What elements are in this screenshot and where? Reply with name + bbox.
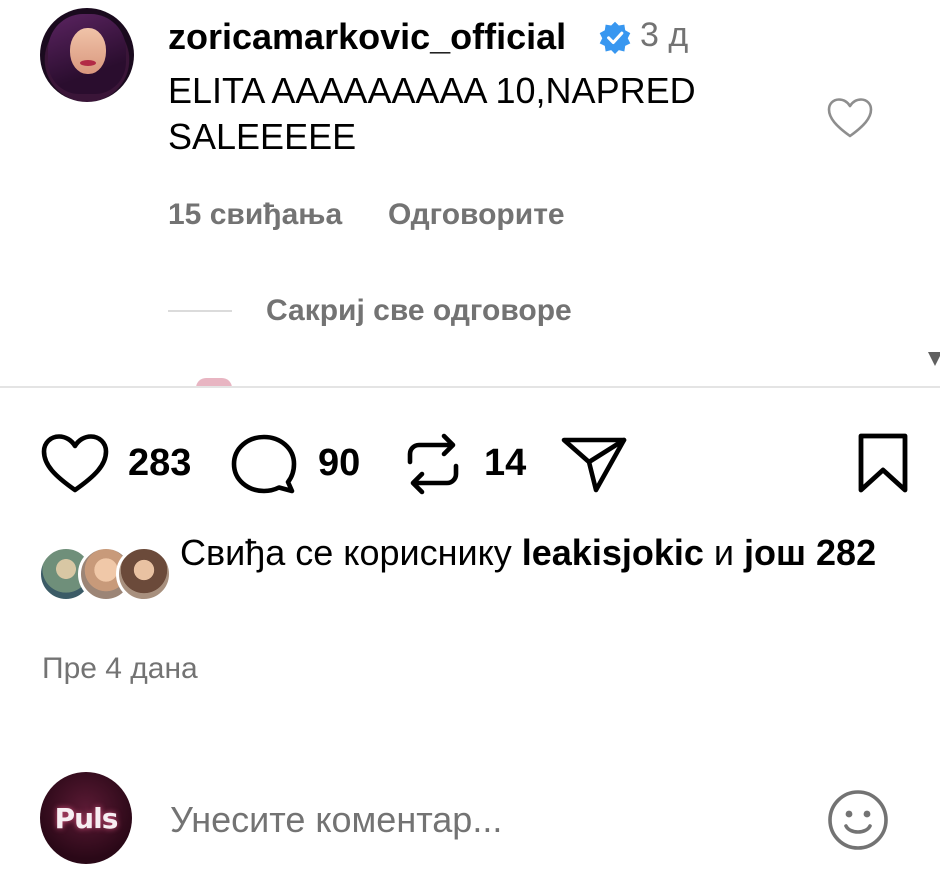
current-user-avatar[interactable]: Puls bbox=[40, 772, 132, 864]
like-count[interactable]: 283 bbox=[128, 442, 191, 485]
section-divider bbox=[0, 386, 940, 388]
comment-timestamp: 3 д bbox=[640, 16, 689, 54]
liked-by-prefix: Свиђа се кориснику bbox=[180, 532, 522, 573]
liker-avatar[interactable] bbox=[116, 546, 172, 602]
scrollbar-down-arrow[interactable] bbox=[928, 352, 940, 366]
liked-by-username[interactable]: leakisjokic bbox=[522, 532, 704, 573]
liked-by-text: Свиђа се кориснику leakisjokic и још 282 bbox=[180, 528, 900, 578]
commenter-username[interactable]: zoricamarkovic_official bbox=[168, 16, 566, 58]
comment-bubble-icon[interactable] bbox=[230, 432, 298, 496]
avatar-face bbox=[70, 28, 106, 74]
comment-input[interactable] bbox=[170, 790, 790, 850]
hide-replies-button[interactable]: Сакриј све одговоре bbox=[266, 294, 572, 328]
repost-count[interactable]: 14 bbox=[484, 442, 526, 485]
comment-likes-count[interactable]: 15 свиђања bbox=[168, 198, 342, 232]
replies-divider-line bbox=[168, 310, 232, 312]
comment-count[interactable]: 90 bbox=[318, 442, 360, 485]
comment-text: ELITA AAAAAAAAA 10,NAPRED SALEEEEE bbox=[168, 70, 696, 157]
emoji-smiley-icon[interactable] bbox=[826, 788, 890, 852]
repost-icon[interactable] bbox=[402, 432, 464, 496]
like-heart-icon[interactable] bbox=[40, 432, 110, 496]
share-send-icon[interactable] bbox=[560, 432, 628, 496]
reply-button[interactable]: Одговорите bbox=[388, 198, 565, 232]
avatar-lips bbox=[80, 60, 96, 66]
verified-badge-icon bbox=[599, 21, 631, 54]
avatar-logo-text: Puls bbox=[54, 801, 119, 835]
post-date[interactable]: Пре 4 дана bbox=[42, 652, 198, 686]
commenter-avatar[interactable] bbox=[40, 8, 134, 102]
comment-like-heart-icon[interactable] bbox=[826, 96, 874, 140]
liked-by-connector: и bbox=[703, 532, 745, 573]
liked-by-others[interactable]: још 282 bbox=[744, 532, 876, 573]
bookmark-icon[interactable] bbox=[856, 432, 910, 496]
